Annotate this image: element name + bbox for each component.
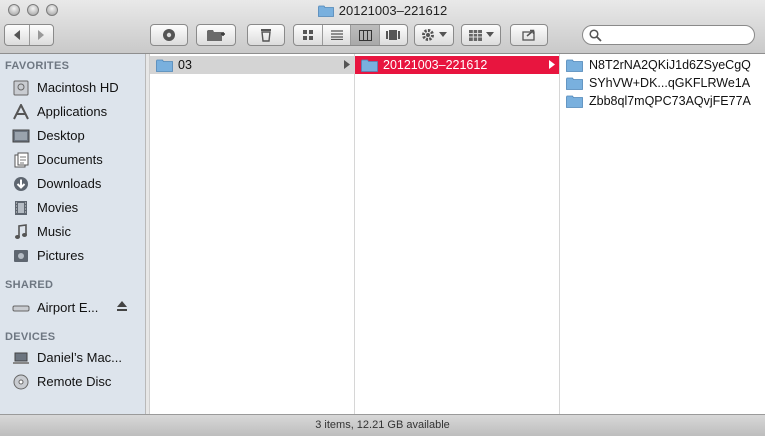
sidebar-item-downloads[interactable]: Downloads — [0, 173, 145, 195]
sidebar-item-label: Downloads — [37, 176, 102, 191]
sidebar-section-shared: SHARED — [5, 279, 54, 291]
item-name: 20121003–221612 — [383, 58, 488, 72]
share-icon — [522, 29, 535, 41]
gear-icon — [422, 29, 434, 41]
quick-look-button[interactable] — [150, 24, 188, 46]
chevron-right-icon — [549, 60, 555, 69]
list-item[interactable]: 20121003–221612 — [355, 56, 559, 74]
browser-column-3: N8T2rNA2QKiJ1d6ZSyeCgQ SYhVW+DK...qGKFLR… — [560, 54, 765, 414]
window-title-text: 20121003–221612 — [338, 3, 448, 18]
arrange-grid-icon — [468, 29, 482, 41]
sidebar-section-favorites: FAVORITES — [5, 60, 70, 72]
sidebar-item-label: Daniel’s Mac... — [37, 350, 123, 365]
sidebar-section-devices: DEVICES — [5, 331, 56, 343]
folder-icon — [317, 5, 334, 17]
folder-icon — [156, 59, 173, 72]
desktop-icon — [12, 129, 30, 143]
list-item[interactable]: SYhVW+DK...qGKFLRWe1A — [560, 74, 765, 92]
list-icon — [330, 30, 343, 40]
browser-column-2: 20121003–221612 — [355, 54, 560, 414]
folder-icon — [566, 95, 583, 108]
back-button[interactable] — [5, 25, 30, 45]
action-menu-button[interactable] — [414, 24, 454, 46]
sidebar-item-documents[interactable]: Documents — [0, 149, 145, 171]
movies-icon — [15, 201, 27, 215]
sidebar-item-label: Music — [37, 224, 71, 239]
search-icon — [589, 29, 602, 42]
sidebar-item-label: Documents — [37, 152, 103, 167]
search-input[interactable] — [605, 27, 749, 45]
arrange-menu-button[interactable] — [461, 24, 501, 46]
browser-column-1: 03 — [150, 54, 355, 414]
title-toolbar: 20121003–221612 — [0, 0, 765, 54]
share-button[interactable] — [510, 24, 548, 46]
chevron-down-icon — [485, 32, 494, 37]
new-folder-icon — [207, 30, 225, 41]
columns-icon — [358, 29, 372, 41]
documents-icon — [14, 152, 29, 168]
sidebar-item-label: Desktop — [37, 128, 85, 143]
folder-icon — [566, 59, 583, 72]
coverflow-view-button[interactable] — [380, 25, 407, 45]
item-name: N8T2rNA2QKiJ1d6ZSyeCgQ — [589, 58, 751, 72]
sidebar-item-label: Macintosh HD — [37, 80, 119, 95]
sidebar-item-applications[interactable]: Applications — [0, 101, 145, 123]
sidebar-item-movies[interactable]: Movies — [0, 197, 145, 219]
coverflow-icon — [386, 30, 401, 40]
icon-view-button[interactable] — [294, 25, 324, 45]
window-title: 20121003–221612 — [0, 3, 765, 18]
list-item[interactable]: 03 — [150, 56, 354, 74]
item-name: SYhVW+DK...qGKFLRWe1A — [589, 76, 751, 90]
network-drive-icon — [12, 305, 30, 312]
back-arrow-icon — [13, 30, 20, 40]
trash-icon — [261, 29, 271, 42]
finder-window: 20121003–221612 FAVORITES Macintosh HD A… — [0, 0, 765, 436]
sidebar-item-music[interactable]: Music — [0, 221, 145, 243]
chevron-down-icon — [439, 32, 447, 37]
search-field[interactable] — [582, 25, 755, 45]
delete-button[interactable] — [247, 24, 285, 46]
forward-arrow-icon — [38, 30, 45, 40]
eject-icon[interactable] — [116, 300, 128, 312]
list-view-button[interactable] — [323, 25, 352, 45]
list-item[interactable]: Zbb8ql7mQPC73AQvjFE77A — [560, 92, 765, 110]
sidebar-item-desktop[interactable]: Desktop — [0, 125, 145, 147]
laptop-icon — [13, 352, 29, 364]
chevron-right-icon — [344, 60, 350, 69]
sidebar-item-pictures[interactable]: Pictures — [0, 245, 145, 267]
new-folder-button[interactable] — [196, 24, 236, 46]
sidebar-item-label: Movies — [37, 200, 79, 215]
sidebar-item-label: Applications — [37, 104, 108, 119]
item-name: 03 — [178, 58, 192, 72]
sidebar-item-label: Airport E... — [37, 300, 99, 315]
info-eye-icon — [163, 29, 175, 41]
sidebar-item-airport[interactable]: Airport E... — [0, 297, 145, 319]
view-mode-control — [293, 24, 408, 46]
status-bar: 3 items, 12.21 GB available — [0, 414, 765, 436]
folder-icon — [361, 59, 378, 72]
grid-icon — [302, 29, 313, 40]
music-icon — [15, 224, 27, 239]
sidebar-item-macintosh-hd[interactable]: Macintosh HD — [0, 77, 145, 99]
forward-button[interactable] — [30, 25, 54, 45]
pictures-icon — [14, 250, 28, 262]
disc-icon — [13, 374, 29, 390]
sidebar-item-label: Remote Disc — [37, 374, 112, 389]
hard-drive-icon — [13, 80, 29, 96]
sidebar-item-label: Pictures — [37, 248, 84, 263]
sidebar: FAVORITES Macintosh HD Applications Desk… — [0, 54, 146, 414]
applications-icon — [13, 104, 29, 120]
item-name: Zbb8ql7mQPC73AQvjFE77A — [589, 94, 751, 108]
sidebar-item-daniels-mac[interactable]: Daniel’s Mac... — [0, 347, 145, 369]
back-forward-control — [4, 24, 54, 46]
sidebar-item-remote-disc[interactable]: Remote Disc — [0, 371, 145, 393]
folder-icon — [566, 77, 583, 90]
downloads-icon — [14, 177, 28, 191]
list-item[interactable]: N8T2rNA2QKiJ1d6ZSyeCgQ — [560, 56, 765, 74]
column-view-button[interactable] — [351, 25, 380, 45]
